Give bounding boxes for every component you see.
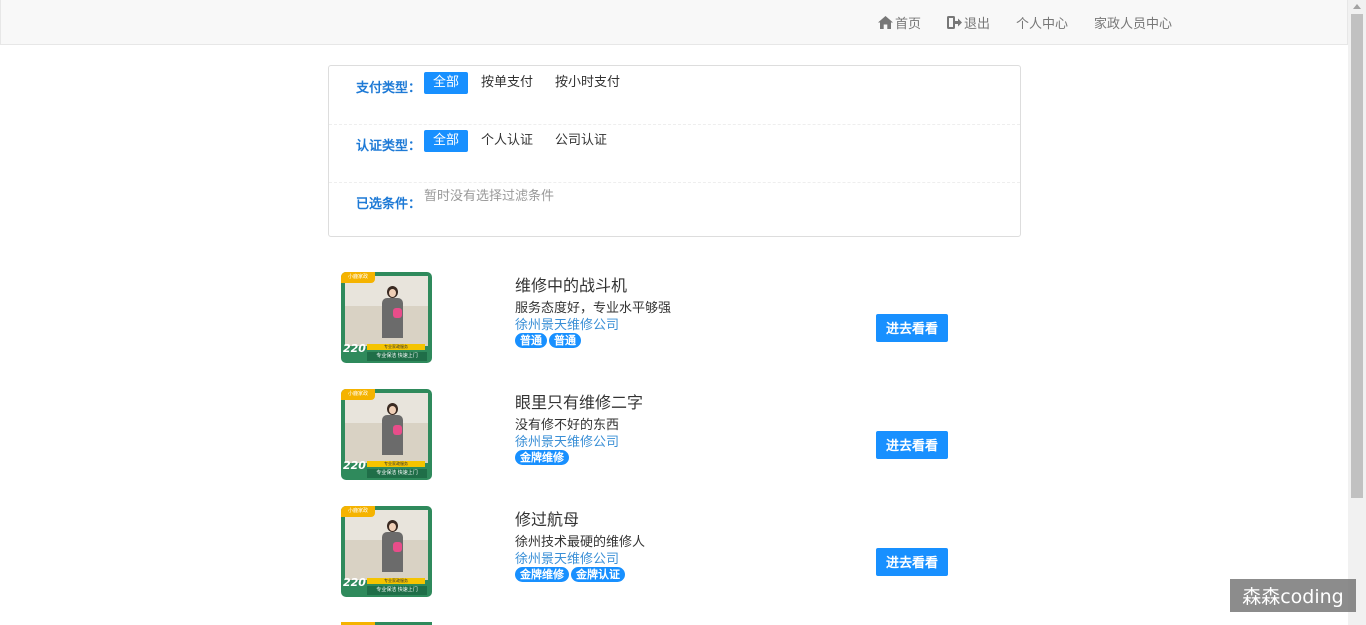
top-navbar: 首页 退出 个人中心 家政人员中心 xyxy=(0,0,1348,45)
item-thumbnail[interactable]: 小鹿家政 专业家政服务 220 专业保洁 快速上门 xyxy=(341,389,432,480)
nav-home-link[interactable]: 首页 xyxy=(877,13,921,32)
payment-type-options: 全部 按单支付 按小时支付 xyxy=(424,72,633,94)
thumbnail-strip: 专业家政服务 xyxy=(367,578,425,584)
item-title: 修过航母 xyxy=(515,510,580,529)
item-tags: 普通 普通 xyxy=(515,333,583,348)
nav-personal-center-link[interactable]: 个人中心 xyxy=(1016,13,1068,32)
item-tags: 金牌维修 xyxy=(515,450,571,465)
nav-logout-link[interactable]: 退出 xyxy=(946,13,990,32)
thumbnail-strip: 专业家政服务 xyxy=(367,461,425,467)
certification-type-label: 认证类型： xyxy=(356,139,422,154)
list-item: 小鹿家政 专业家政服务 220 专业保洁 快速上门 眼里只有维修二字 没有修不好… xyxy=(341,389,961,481)
nav-logout-label: 退出 xyxy=(963,17,990,32)
scroll-thumb[interactable] xyxy=(1351,14,1363,498)
thumbnail-price: 220 xyxy=(343,342,366,355)
thumbnail-footer: 专业保洁 快速上门 xyxy=(367,352,427,361)
thumbnail-badge: 小鹿家政 xyxy=(341,506,375,517)
nav-personal-center-label: 个人中心 xyxy=(1015,17,1068,32)
certification-type-filter: 认证类型： 全部 个人认证 公司认证 xyxy=(329,124,1020,183)
view-details-button[interactable]: 进去看看 xyxy=(876,314,948,342)
item-company[interactable]: 徐州景天维修公司 xyxy=(515,548,619,567)
page-scrollbar[interactable] xyxy=(1348,0,1366,625)
certification-option-all[interactable]: 全部 xyxy=(424,130,469,152)
thumbnail-badge: 小鹿家政 xyxy=(341,272,375,283)
tag-badge: 普通 xyxy=(549,333,581,348)
logout-icon xyxy=(946,16,962,29)
thumbnail-footer: 专业保洁 快速上门 xyxy=(367,469,427,478)
list-item: 小鹿家政 专业家政服务 220 专业保洁 快速上门 修过航母 徐州技术最硬的维修… xyxy=(341,506,961,598)
payment-type-filter: 支付类型： 全部 按单支付 按小时支付 xyxy=(329,66,1020,125)
list-item: 小鹿家政 专业家政服务 220 专业保洁 快速上门 维修中的战斗机 服务态度好，… xyxy=(341,272,961,364)
thumbnail-strip: 专业家政服务 xyxy=(367,344,425,350)
cleaner-figure-icon xyxy=(379,286,405,346)
certification-option-company[interactable]: 公司认证 xyxy=(546,130,616,152)
home-icon xyxy=(877,16,893,29)
tag-badge: 普通 xyxy=(515,333,547,348)
cleaner-figure-icon xyxy=(379,520,405,580)
item-thumbnail[interactable]: 小鹿家政 专业家政服务 220 专业保洁 快速上门 xyxy=(341,506,432,597)
nav-links: 首页 退出 个人中心 家政人员中心 xyxy=(852,0,1172,45)
thumbnail-footer: 专业保洁 快速上门 xyxy=(367,586,427,595)
nav-staff-center-link[interactable]: 家政人员中心 xyxy=(1094,13,1172,32)
selected-conditions-row: 已选条件： 暂时没有选择过滤条件 xyxy=(329,182,1020,240)
filter-panel: 支付类型： 全部 按单支付 按小时支付 认证类型： 全部 个人认证 公司认证 已… xyxy=(328,65,1021,237)
cleaner-figure-icon xyxy=(379,403,405,463)
tag-badge: 金牌维修 xyxy=(515,450,569,465)
item-thumbnail[interactable]: 小鹿家政 专业家政服务 220 专业保洁 快速上门 xyxy=(341,272,432,363)
item-company[interactable]: 徐州景天维修公司 xyxy=(515,314,619,333)
item-company[interactable]: 徐州景天维修公司 xyxy=(515,431,619,450)
view-details-button[interactable]: 进去看看 xyxy=(876,548,948,576)
certification-option-personal[interactable]: 个人认证 xyxy=(472,130,542,152)
nav-staff-center-label: 家政人员中心 xyxy=(1093,17,1172,32)
item-title: 维修中的战斗机 xyxy=(515,276,628,295)
payment-type-label: 支付类型： xyxy=(356,81,422,96)
certification-type-options: 全部 个人认证 公司认证 xyxy=(424,130,620,152)
selected-conditions-value: 暂时没有选择过滤条件 xyxy=(424,189,555,204)
thumbnail-price: 220 xyxy=(343,576,366,589)
item-title: 眼里只有维修二字 xyxy=(515,393,644,412)
thumbnail-price: 220 xyxy=(343,459,366,472)
thumbnail-badge: 小鹿家政 xyxy=(341,389,375,400)
tag-badge: 金牌认证 xyxy=(571,567,625,582)
nav-home-label: 首页 xyxy=(894,17,921,32)
scroll-up-arrow-icon[interactable] xyxy=(1353,4,1361,9)
payment-option-per-order[interactable]: 按单支付 xyxy=(472,72,542,94)
payment-option-per-hour[interactable]: 按小时支付 xyxy=(546,72,629,94)
selected-conditions-value-wrap: 暂时没有选择过滤条件 xyxy=(424,188,554,206)
watermark: 森森coding xyxy=(1230,579,1356,612)
selected-conditions-label: 已选条件： xyxy=(356,197,422,212)
payment-option-all[interactable]: 全部 xyxy=(424,72,469,94)
view-details-button[interactable]: 进去看看 xyxy=(876,431,948,459)
item-tags: 金牌维修 金牌认证 xyxy=(515,567,627,582)
tag-badge: 金牌维修 xyxy=(515,567,569,582)
